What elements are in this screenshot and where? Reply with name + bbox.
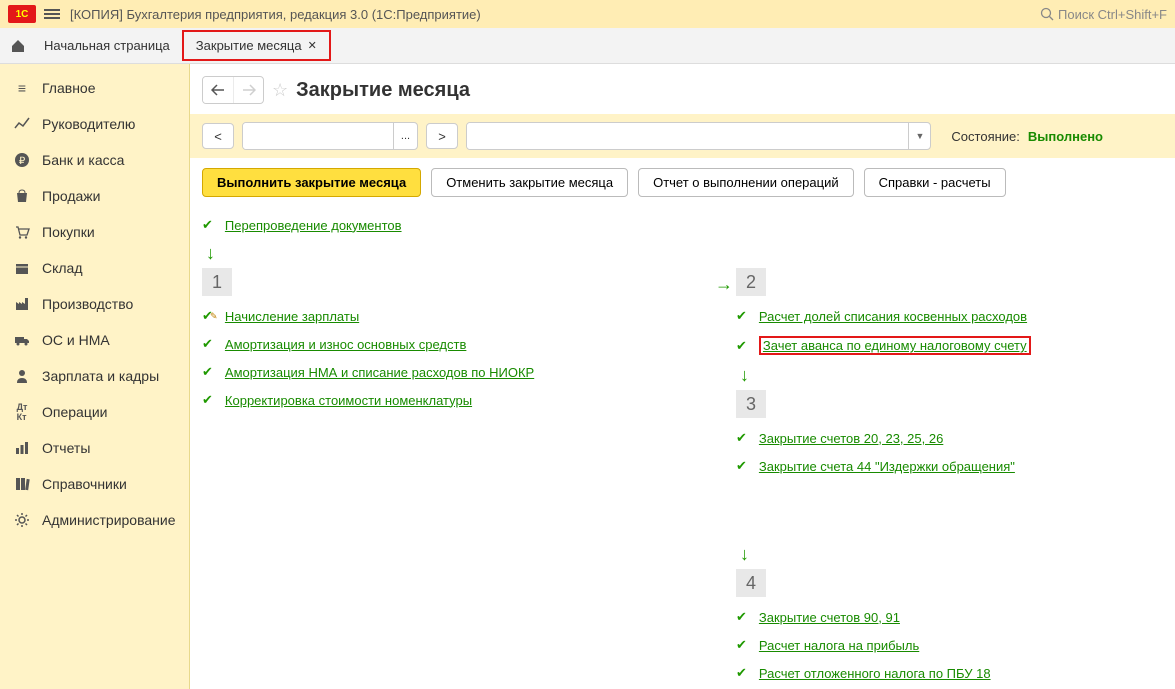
- report-button[interactable]: Отчет о выполнении операций: [638, 168, 854, 197]
- tab-start-page[interactable]: Начальная страница: [32, 30, 182, 61]
- check-icon: ✔: [736, 665, 747, 681]
- period-input-wrap: ...: [242, 122, 418, 150]
- page-title: Закрытие месяца: [296, 79, 470, 102]
- status-value: Выполнено: [1028, 129, 1103, 144]
- action-buttons: Выполнить закрытие месяца Отменить закры…: [190, 158, 1175, 207]
- sidebar: ≡Главное Руководителю ₽Банк и касса Прод…: [0, 64, 190, 689]
- svg-text:₽: ₽: [19, 156, 26, 167]
- period-picker-button[interactable]: ...: [393, 123, 417, 149]
- tabbar: Начальная страница Закрытие месяца ✕: [0, 28, 1175, 64]
- nav-forward-button[interactable]: [233, 77, 263, 103]
- gear-icon: [14, 512, 30, 528]
- op-depreciation-os[interactable]: Амортизация и износ основных средств: [225, 337, 466, 352]
- execute-button[interactable]: Выполнить закрытие месяца: [202, 168, 421, 197]
- op-profit-tax[interactable]: Расчет налога на прибыль: [759, 638, 919, 653]
- box-icon: [14, 260, 30, 276]
- calc-button[interactable]: Справки - расчеты: [864, 168, 1006, 197]
- op-salary[interactable]: Начисление зарплаты: [225, 309, 359, 324]
- home-icon[interactable]: [10, 38, 26, 54]
- sidebar-item-purchases[interactable]: Покупки: [0, 214, 189, 250]
- sidebar-item-references[interactable]: Справочники: [0, 466, 189, 502]
- arrow-down-icon: ↓: [740, 544, 1163, 565]
- op-close-20[interactable]: Закрытие счетов 20, 23, 25, 26: [759, 431, 943, 446]
- check-icon: ✔: [202, 336, 213, 352]
- sidebar-item-assets[interactable]: ОС и НМА: [0, 322, 189, 358]
- step-1-number: 1: [202, 268, 232, 296]
- check-icon: ✔: [202, 392, 213, 408]
- ruble-icon: ₽: [14, 152, 30, 168]
- tab-closing-month[interactable]: Закрытие месяца ✕: [182, 30, 331, 61]
- search-placeholder: Поиск Ctrl+Shift+F: [1058, 7, 1167, 22]
- sidebar-item-main[interactable]: ≡Главное: [0, 70, 189, 106]
- organization-select: ▼: [466, 122, 931, 150]
- organization-field[interactable]: [467, 123, 908, 149]
- sidebar-item-production[interactable]: Производство: [0, 286, 189, 322]
- bars-icon: [14, 440, 30, 456]
- op-indirect-costs[interactable]: Расчет долей списания косвенных расходов: [759, 309, 1027, 324]
- truck-icon: [14, 332, 30, 348]
- step-4-number: 4: [736, 569, 766, 597]
- cart-icon: [14, 224, 30, 240]
- sidebar-item-operations[interactable]: ДтКтОперации: [0, 394, 189, 430]
- status-label: Состояние:: [951, 129, 1019, 144]
- arrow-down-icon: ↓: [740, 365, 1163, 386]
- check-icon: ✔: [202, 217, 213, 233]
- favorite-star-icon[interactable]: ☆: [272, 80, 288, 101]
- sidebar-item-warehouse[interactable]: Склад: [0, 250, 189, 286]
- check-icon: ✔: [736, 458, 747, 474]
- op-cost-correction[interactable]: Корректировка стоимости номенклатуры: [225, 393, 472, 408]
- menu-burger[interactable]: [44, 7, 60, 21]
- highlighted-operation: Зачет аванса по единому налоговому счету: [759, 336, 1031, 355]
- sidebar-item-manager[interactable]: Руководителю: [0, 106, 189, 142]
- sidebar-item-admin[interactable]: Администрирование: [0, 502, 189, 538]
- check-icon: ✔: [736, 430, 747, 446]
- bag-icon: [14, 188, 30, 204]
- check-icon: ✔: [736, 338, 747, 354]
- close-icon[interactable]: ✕: [308, 39, 317, 52]
- titlebar: 1C [КОПИЯ] Бухгалтерия предприятия, реда…: [0, 0, 1175, 28]
- check-pencil-icon: ✔✎: [202, 308, 213, 324]
- sidebar-item-bank[interactable]: ₽Банк и касса: [0, 142, 189, 178]
- logo-1c: 1C: [8, 5, 36, 23]
- factory-icon: [14, 296, 30, 312]
- arrow-right-icon: →: [715, 274, 733, 295]
- person-icon: [14, 368, 30, 384]
- period-prev-button[interactable]: <: [202, 123, 234, 149]
- sidebar-item-sales[interactable]: Продажи: [0, 178, 189, 214]
- cancel-button[interactable]: Отменить закрытие месяца: [431, 168, 628, 197]
- check-icon: ✔: [736, 308, 747, 324]
- filter-bar: < ... > ▼ Состояние: Выполнено: [190, 114, 1175, 158]
- books-icon: [14, 476, 30, 492]
- global-search[interactable]: Поиск Ctrl+Shift+F: [1040, 7, 1167, 22]
- step-2-number: 2: [736, 268, 766, 296]
- check-icon: ✔: [736, 637, 747, 653]
- arrow-down-icon: ↓: [206, 243, 1163, 264]
- dtkt-icon: ДтКт: [14, 404, 30, 420]
- app-title: [КОПИЯ] Бухгалтерия предприятия, редакци…: [70, 7, 1040, 22]
- op-tax-advance[interactable]: Зачет аванса по единому налоговому счету: [763, 338, 1027, 353]
- op-deferred-tax[interactable]: Расчет отложенного налога по ПБУ 18: [759, 666, 991, 681]
- nav-buttons: [202, 76, 264, 104]
- op-close-90-91[interactable]: Закрытие счетов 90, 91: [759, 610, 900, 625]
- op-reposting[interactable]: Перепроведение документов: [225, 218, 402, 233]
- chart-icon: [14, 116, 30, 132]
- menu-icon: ≡: [14, 80, 30, 96]
- dropdown-icon[interactable]: ▼: [908, 123, 930, 149]
- op-depreciation-nma[interactable]: Амортизация НМА и списание расходов по Н…: [225, 365, 534, 380]
- search-icon: [1040, 7, 1054, 21]
- sidebar-item-salary[interactable]: Зарплата и кадры: [0, 358, 189, 394]
- check-icon: ✔: [736, 609, 747, 625]
- sidebar-item-reports[interactable]: Отчеты: [0, 430, 189, 466]
- step-3-number: 3: [736, 390, 766, 418]
- period-field[interactable]: [243, 123, 393, 149]
- check-icon: ✔: [202, 364, 213, 380]
- page-header: ☆ Закрытие месяца: [190, 64, 1175, 114]
- op-close-44[interactable]: Закрытие счета 44 "Издержки обращения": [759, 459, 1015, 474]
- nav-back-button[interactable]: [203, 77, 233, 103]
- period-next-button[interactable]: >: [426, 123, 458, 149]
